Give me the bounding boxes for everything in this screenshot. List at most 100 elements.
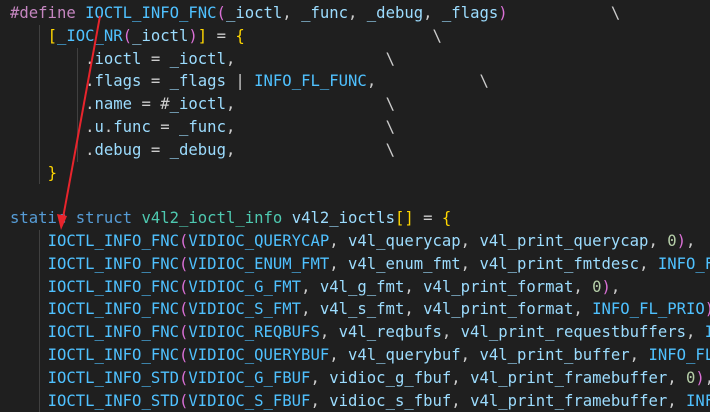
code-token-variable: v4l_s_fmt — [319, 300, 405, 319]
code-token-macro: IOCTL_INFO_FNC — [47, 254, 179, 273]
code-token-macro: IOCTL_INFO_STD — [47, 391, 179, 410]
code-token-member: flags — [94, 72, 142, 91]
code-token-default — [10, 164, 48, 182]
code-line[interactable]: .flags = _flags | INFO_FL_FUNC, \ — [10, 70, 489, 93]
code-token-type: v4l2_ioctl_info — [141, 209, 283, 228]
code-token-macro: VIDIOC_S_FBUF — [188, 391, 311, 410]
code-token-default: , — [225, 140, 236, 159]
code-token-default: , — [319, 323, 339, 342]
code-line[interactable]: } — [10, 162, 57, 185]
code-token-default: , — [451, 391, 471, 410]
code-token-default: , — [460, 232, 480, 250]
code-line[interactable]: IOCTL_INFO_STD(VIDIOC_G_FBUF, vidioc_g_f… — [10, 367, 710, 390]
code-token-default — [10, 392, 48, 410]
code-line[interactable]: IOCTL_INFO_FNC(VIDIOC_REQBUFS, v4l_reqbu… — [10, 321, 710, 344]
code-token-macro: VIDIOC_QUERYCAP — [188, 232, 330, 250]
code-line[interactable]: IOCTL_INFO_STD(VIDIOC_S_FBUF, vidioc_s_f… — [10, 390, 710, 412]
code-token-default: , — [310, 391, 330, 410]
code-token-variable: v4l_print_querycap — [479, 232, 649, 250]
code-token-default: , — [460, 346, 480, 364]
code-token-default: , — [348, 4, 367, 22]
code-token-bracket1: [] — [394, 209, 414, 228]
code-token-default: \ — [376, 72, 489, 91]
code-token-default: , — [225, 49, 236, 68]
code-token-default: , — [404, 277, 424, 296]
code-token-member: ioctl — [94, 49, 142, 68]
code-line[interactable]: IOCTL_INFO_FNC(VIDIOC_G_FMT, v4l_g_fmt, … — [10, 276, 621, 299]
code-token-variable: v4l_print_framebuffer — [470, 368, 668, 387]
code-token-default — [10, 27, 48, 45]
code-token-variable: v4l_print_format — [423, 277, 574, 296]
code-token-default: = — [132, 95, 161, 114]
code-token-bracket2: ) — [498, 4, 508, 22]
code-token-macro: VIDIOC_S_FMT — [188, 300, 302, 319]
code-token-default: , — [329, 346, 348, 364]
code-token-macro: VIDIOC_ENUM_FMT — [188, 254, 330, 273]
code-line[interactable]: IOCTL_INFO_FNC(VIDIOC_ENUM_FMT, v4l_enum… — [10, 253, 710, 276]
code-token-default: . — [10, 140, 95, 159]
code-token-default: \ — [235, 95, 395, 114]
code-token-member: name — [94, 95, 133, 114]
code-line[interactable]: IOCTL_INFO_FNC(VIDIOC_QUERYBUF, v4l_quer… — [10, 344, 710, 367]
code-token-default: , — [329, 254, 348, 273]
code-editor[interactable]: #define IOCTL_INFO_FNC(_ioctl, _func, _d… — [0, 0, 710, 412]
code-token-default — [10, 300, 48, 318]
code-token-default: , — [301, 300, 320, 319]
code-token-bracket2: ( — [179, 368, 189, 387]
code-token-variable: v4l2_ioctls — [291, 209, 395, 228]
code-token-variable: _ioctl — [225, 4, 283, 22]
code-token-variable: v4l_print_format — [423, 300, 574, 319]
code-token-bracket2: ) — [705, 300, 710, 318]
code-token-bracket2: ) — [188, 26, 198, 45]
code-token-default: \ — [235, 140, 395, 159]
code-token-number: 0 — [667, 232, 677, 250]
code-token-variable: v4l_querybuf — [348, 346, 461, 364]
code-token-bracket2: ( — [122, 26, 133, 45]
code-token-variable: _ioctl — [169, 49, 226, 68]
code-token-default: , — [705, 369, 710, 387]
code-token-default: | — [225, 72, 255, 91]
code-token-default: , — [225, 95, 236, 114]
code-line[interactable]: static struct v4l2_ioctl_info v4l2_ioctl… — [10, 207, 451, 230]
code-token-default: . — [103, 118, 114, 136]
code-token-default: , — [629, 346, 649, 364]
code-token-default: , — [667, 391, 687, 410]
code-token-default: = — [141, 140, 170, 159]
code-token-bracket2: ( — [179, 254, 189, 273]
code-token-default: , — [441, 323, 461, 342]
code-token-number: 0 — [592, 277, 602, 296]
code-line[interactable]: IOCTL_INFO_FNC(VIDIOC_S_FMT, v4l_s_fmt, … — [10, 298, 710, 321]
code-token-variable: _ioctl — [132, 26, 189, 45]
code-token-default: \ — [507, 4, 621, 22]
code-token-macro: INFO_FL_ — [648, 346, 710, 364]
code-token-keyword: struct — [75, 209, 133, 228]
code-token-macro: IOCTL_INFO_FNC — [47, 232, 179, 250]
code-token-macro: _IOC_NR — [56, 26, 123, 45]
code-token-macro: IN — [704, 323, 710, 342]
code-token-macro: VIDIOC_REQBUFS — [188, 323, 320, 342]
code-token-default: = — [141, 49, 170, 68]
code-line[interactable]: .ioctl = _ioctl, \ — [10, 48, 395, 71]
code-token-bracket1: { — [235, 26, 245, 45]
code-line[interactable]: IOCTL_INFO_FNC(VIDIOC_QUERYCAP, v4l_quer… — [10, 230, 696, 253]
code-token-default: , — [648, 232, 668, 250]
code-token-default: , — [667, 368, 687, 387]
code-line[interactable]: .u.func = _func, \ — [10, 116, 395, 139]
code-token-default — [282, 209, 291, 227]
code-line[interactable]: [_IOC_NR(_ioctl)] = { \ — [10, 25, 442, 48]
code-token-variable: _ioctl — [169, 95, 226, 114]
code-token-default: = — [207, 26, 236, 45]
code-token-default: , — [686, 323, 705, 342]
code-token-default: , — [639, 254, 658, 273]
code-token-bracket2: ( — [216, 4, 226, 22]
code-token-preprocessor: #define — [10, 4, 86, 22]
code-line[interactable]: #define IOCTL_INFO_FNC(_ioctl, _func, _d… — [10, 2, 620, 25]
code-token-member: func — [113, 118, 151, 136]
code-line[interactable]: .debug = _debug, \ — [10, 139, 395, 162]
code-token-bracket2: ( — [179, 346, 189, 364]
code-token-variable: v4l_print_requestbuffers — [460, 323, 686, 342]
code-token-default: , — [282, 4, 302, 22]
code-line[interactable]: .name = #_ioctl, \ — [10, 93, 395, 116]
code-token-default: . — [10, 72, 95, 91]
code-token-macro: INFO — [686, 391, 710, 410]
